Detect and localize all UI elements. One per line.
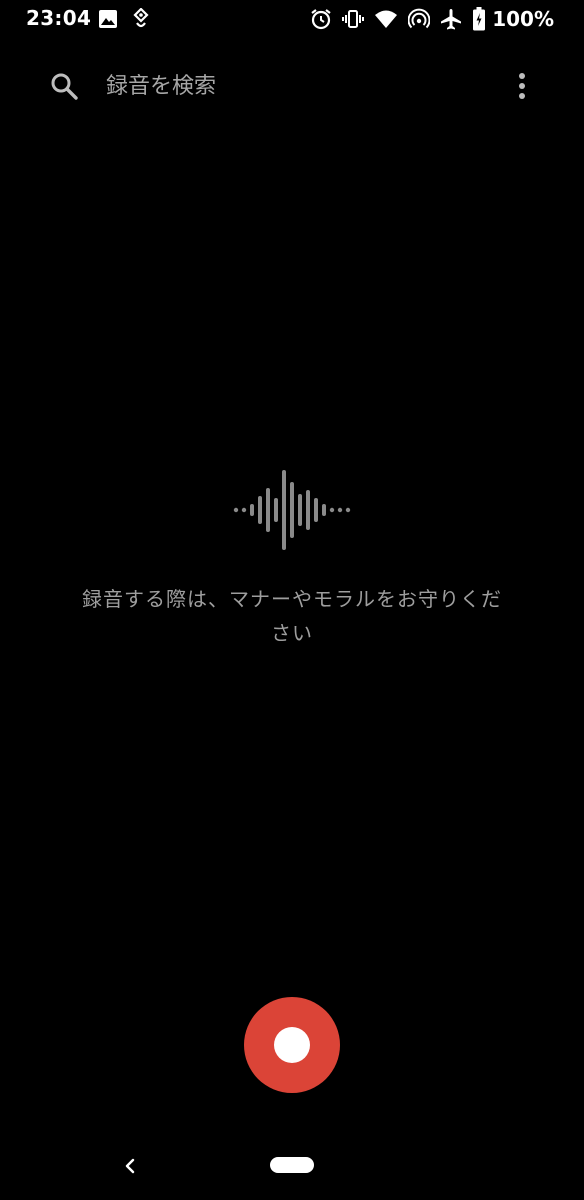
empty-state-message: 録音する際は、マナーやモラルをお守りください — [82, 587, 502, 645]
location-heart-icon — [132, 8, 150, 30]
status-time: 23:04 — [26, 6, 92, 30]
home-pill-icon[interactable] — [270, 1157, 314, 1173]
hotspot-icon — [408, 8, 431, 30]
vibrate-icon — [342, 8, 365, 30]
alarm-icon — [310, 8, 332, 30]
search-icon[interactable] — [46, 68, 82, 104]
empty-state: 録音する際は、マナーやモラルをお守りください — [0, 462, 584, 652]
status-system-icons: 100% — [310, 6, 554, 32]
record-button[interactable] — [244, 997, 340, 1093]
waveform-icon — [228, 468, 356, 552]
status-bar: 23:04 100% — [0, 0, 584, 38]
navigation-bar — [0, 1136, 584, 1200]
status-notification-icons — [98, 7, 150, 31]
record-icon — [274, 1027, 310, 1063]
search-bar — [0, 54, 584, 114]
battery-charging-icon — [472, 7, 486, 31]
back-icon[interactable] — [116, 1152, 144, 1180]
image-icon — [98, 9, 118, 29]
search-input[interactable] — [106, 68, 466, 104]
more-vert-icon[interactable] — [506, 66, 538, 106]
airplane-icon — [440, 8, 462, 30]
wifi-icon — [374, 9, 398, 29]
battery-percentage: 100% — [492, 7, 554, 31]
